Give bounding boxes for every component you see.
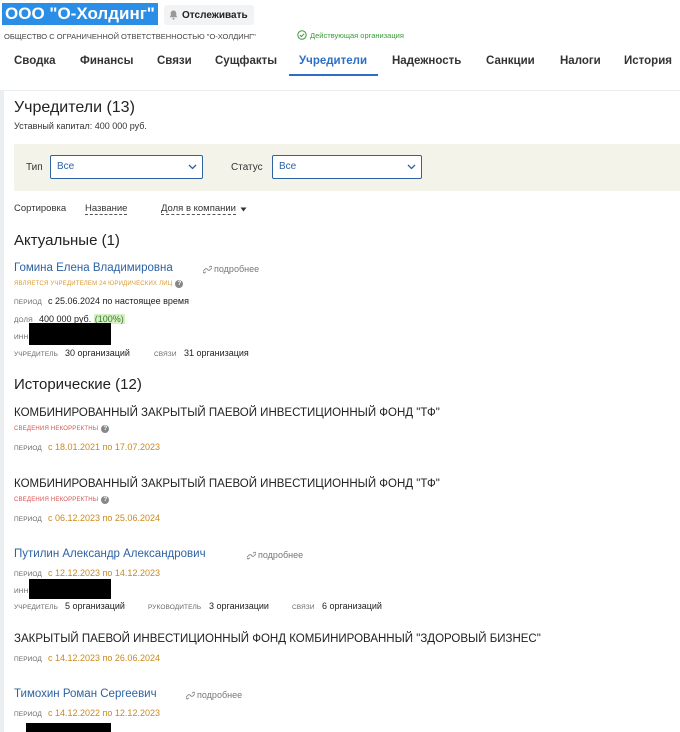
details-link[interactable]: подробнее <box>247 550 303 560</box>
links-link[interactable]: 31 организация <box>184 348 249 358</box>
period-label: ПЕРИОД <box>14 711 42 718</box>
historical-founder-name: КОМБИНИРОВАННЫЙ ЗАКРЫТЫЙ ПАЕВОЙ ИНВЕСТИЦ… <box>14 407 440 419</box>
track-label: Отслеживать <box>182 9 248 21</box>
founder-note: ЯВЛЯЕТСЯ УЧРЕДИТЕЛЕМ 24 ЮРИДИЧЕСКИХ ЛИЦ … <box>14 280 184 288</box>
details-link[interactable]: подробнее <box>203 264 259 274</box>
status-filter-label: Статус <box>231 162 263 173</box>
status-filter-select[interactable]: Все <box>272 155 422 179</box>
data-warning-text: СВЕДЕНИЯ НЕКОРРЕКТНЫ <box>14 497 99 503</box>
status-filter-value: Все <box>279 161 297 172</box>
historical-founder-name[interactable]: Путилин Александр Александрович <box>14 548 206 560</box>
type-filter-value: Все <box>57 161 75 172</box>
data-warning: СВЕДЕНИЯ НЕКОРРЕКТНЫ ? <box>14 496 110 504</box>
legal-name: ОБЩЕСТВО С ОГРАНИЧЕННОЙ ОТВЕТСТВЕННОСТЬЮ… <box>4 32 256 41</box>
period-label: ПЕРИОД <box>14 445 42 452</box>
company-header: ООО "О-Холдинг" Отслеживать ОБЩЕСТВО С О… <box>0 0 680 90</box>
type-filter-select[interactable]: Все <box>50 155 203 179</box>
period-value: с 25.06.2024 по настоящее время <box>48 296 189 306</box>
redacted-block <box>29 323 111 345</box>
company-name: ООО "О-Холдинг" <box>2 3 158 25</box>
head-of-label: РУКОВОДИТЕЛЬ <box>148 604 202 611</box>
tab-founders[interactable]: Учредители <box>289 46 378 76</box>
period-label: ПЕРИОД <box>14 656 42 663</box>
period-value: с 18.01.2021 по 17.07.2023 <box>48 442 160 452</box>
period-value: с 14.12.2023 по 26.06.2024 <box>48 653 160 663</box>
track-button[interactable]: Отслеживать <box>164 5 254 25</box>
period-label: ПЕРИОД <box>14 516 42 523</box>
type-filter-label: Тип <box>26 162 43 173</box>
bell-icon <box>169 10 178 20</box>
data-warning: СВЕДЕНИЯ НЕКОРРЕКТНЫ ? <box>14 425 110 433</box>
links-label: СВЯЗИ <box>292 604 315 611</box>
details-link-label: подробнее <box>258 550 304 560</box>
period-label: ПЕРИОД <box>14 571 42 578</box>
period-label: ПЕРИОД <box>14 299 42 306</box>
chevron-down-icon <box>407 164 416 170</box>
link-icon <box>247 551 256 559</box>
founders-panel: Учредители (13) Уставный капитал: 400 00… <box>4 91 680 732</box>
caret-down-icon <box>240 207 247 211</box>
tab-summary[interactable]: Сводка <box>14 46 56 76</box>
tab-bar: Сводка Финансы Связи Сущфакты Учредители… <box>0 46 680 76</box>
chevron-down-icon <box>188 164 197 170</box>
founder-of-link[interactable]: 30 организаций <box>65 348 130 358</box>
links-link[interactable]: 6 организаций <box>322 601 382 611</box>
redacted-block <box>29 579 111 599</box>
check-circle-icon <box>297 30 307 40</box>
period-value: с 06.12.2023 по 25.06.2024 <box>48 513 160 523</box>
head-of-link[interactable]: 3 организации <box>209 601 269 611</box>
data-warning-text: СВЕДЕНИЯ НЕКОРРЕКТНЫ <box>14 426 99 432</box>
link-icon <box>203 265 212 273</box>
inn-label: ИНН <box>14 588 29 595</box>
tab-sanctions[interactable]: Санкции <box>486 46 535 76</box>
tab-reliability[interactable]: Надежность <box>392 46 461 76</box>
details-link[interactable]: подробнее <box>186 690 242 700</box>
tab-links[interactable]: Связи <box>157 46 192 76</box>
sort-label: Сортировка <box>14 203 67 214</box>
tab-finance[interactable]: Финансы <box>80 46 133 76</box>
founder-of-label: УЧРЕДИТЕЛЬ <box>14 604 59 611</box>
current-section-title: Актуальные (1) <box>14 232 120 249</box>
historical-founder-name: КОМБИНИРОВАННЫЙ ЗАКРЫТЫЙ ПАЕВОЙ ИНВЕСТИЦ… <box>14 478 440 490</box>
details-link-label: подробнее <box>197 690 243 700</box>
sort-by-name[interactable]: Название <box>85 203 128 215</box>
sort-by-share[interactable]: Доля в компании <box>161 203 247 215</box>
tab-taxes[interactable]: Налоги <box>560 46 601 76</box>
founder-name[interactable]: Гомина Елена Владимировна <box>14 262 173 274</box>
historical-section-title: Исторические (12) <box>14 376 142 393</box>
info-icon[interactable]: ? <box>101 496 110 504</box>
tab-history[interactable]: История <box>624 46 672 76</box>
historical-founder-name: ЗАКРЫТЫЙ ПАЕВОЙ ИНВЕСТИЦИОННЫЙ ФОНД КОМБ… <box>14 633 541 645</box>
founder-note-text: ЯВЛЯЕТСЯ УЧРЕДИТЕЛЕМ 24 ЮРИДИЧЕСКИХ ЛИЦ <box>14 281 173 287</box>
status-badge: Действующая организация <box>297 30 404 40</box>
founders-title: Учредители (13) <box>14 99 135 116</box>
tab-facts[interactable]: Сущфакты <box>215 46 277 76</box>
capital-text: Уставный капитал: 400 000 руб. <box>14 121 147 131</box>
inn-label: ИНН <box>14 334 29 341</box>
filter-bar: Тип Все Статус Все <box>14 144 680 191</box>
founder-of-link[interactable]: 5 организаций <box>65 601 125 611</box>
link-icon <box>186 691 195 699</box>
status-text: Действующая организация <box>310 30 404 40</box>
period-value: с 14.12.2022 по 12.12.2023 <box>48 708 160 718</box>
details-link-label: подробнее <box>214 264 260 274</box>
founder-of-label: УЧРЕДИТЕЛЬ <box>14 351 59 358</box>
redacted-block <box>26 723 111 732</box>
historical-founder-name[interactable]: Тимохин Роман Сергеевич <box>14 688 157 700</box>
info-icon[interactable]: ? <box>101 425 110 433</box>
sort-by-share-label: Доля в компании <box>161 203 236 215</box>
links-label: СВЯЗИ <box>154 351 177 358</box>
period-value: с 12.12.2023 по 14.12.2023 <box>48 568 160 578</box>
info-icon[interactable]: ? <box>175 280 184 288</box>
